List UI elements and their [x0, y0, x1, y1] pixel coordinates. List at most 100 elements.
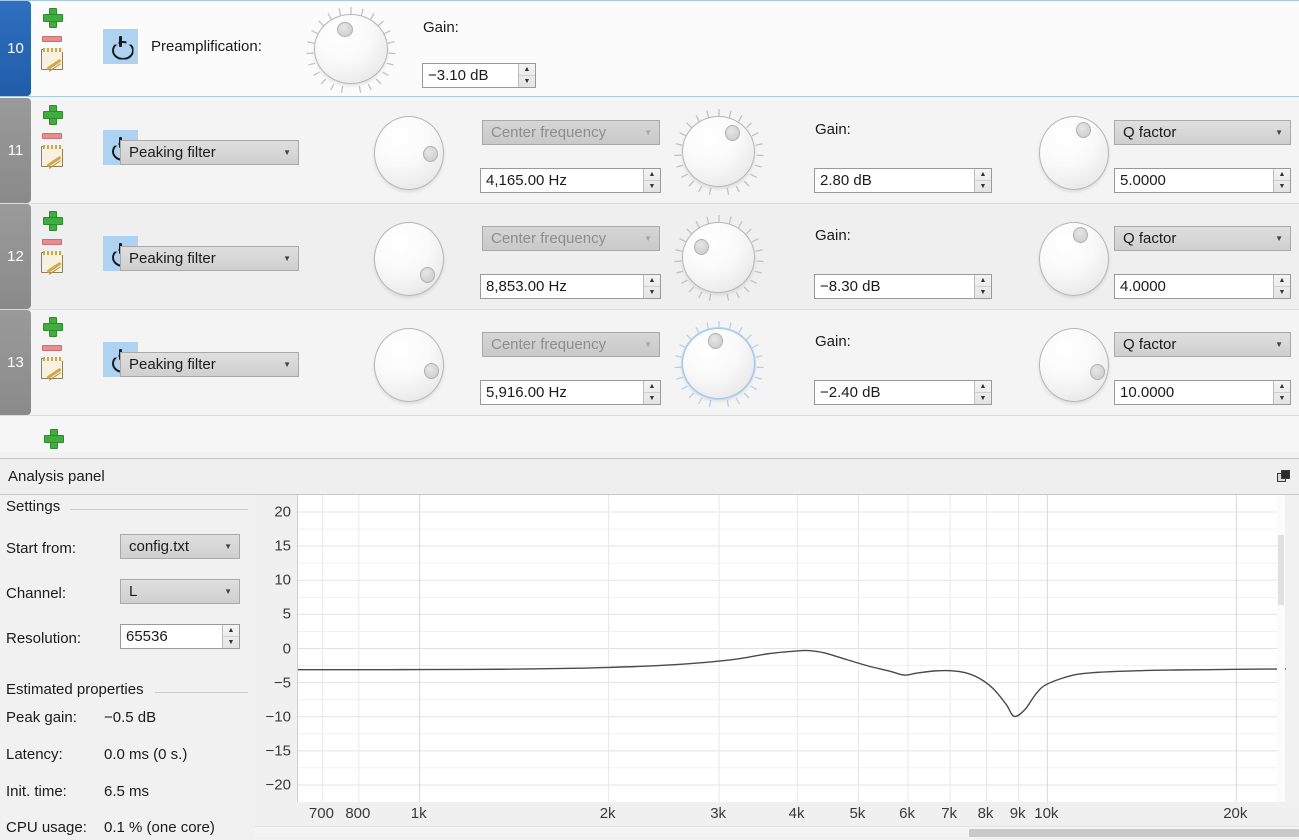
spin-buttons[interactable]: ▲▼ — [643, 381, 660, 404]
spin-buttons[interactable]: ▲▼ — [1273, 381, 1290, 404]
x-axis-tick-label: 700 — [309, 805, 334, 822]
edit-notes-icon[interactable] — [41, 146, 63, 167]
latency-label: Latency: — [6, 746, 63, 763]
row-number: 13 — [0, 310, 31, 415]
filter-type-value: Peaking filter — [129, 250, 216, 267]
x-axis: 7008001k2k3k4k5k6k7k8k9k10k20k — [255, 802, 1299, 826]
row-action-icons — [39, 5, 69, 70]
y-axis-tick-label: −5 — [274, 674, 291, 691]
gain-spinbox[interactable]: 2.80 dB ▲▼ — [814, 168, 992, 193]
undock-panel-icon[interactable] — [1277, 470, 1291, 484]
center-frequency-knob[interactable] — [374, 116, 444, 190]
q-factor-knob[interactable] — [1039, 116, 1109, 190]
settings-group-rule — [70, 509, 248, 510]
plot-svg — [298, 495, 1286, 802]
q-factor-combo[interactable]: Q factor ▼ — [1114, 226, 1291, 251]
q-factor-value: 4.0000 — [1115, 278, 1273, 295]
gain-label: Gain: — [815, 227, 851, 244]
settings-column: Settings Start from: config.txt ▼ Channe… — [0, 496, 255, 840]
row-number: 11 — [0, 98, 31, 203]
chart-vertical-scrollbar[interactable] — [1277, 495, 1285, 802]
filter-row[interactable]: 12 Peaking filter ▼ Center frequency — [0, 204, 1299, 310]
chevron-down-icon: ▼ — [1271, 340, 1288, 349]
spin-buttons[interactable]: ▲▼ — [1273, 169, 1290, 192]
filter-row[interactable]: 10 Preamplification: — [0, 0, 1299, 97]
knob-body — [1039, 116, 1109, 190]
center-frequency-spinbox[interactable]: 5,916.00 Hz ▲▼ — [480, 380, 661, 405]
chevron-down-icon: ▼ — [640, 340, 657, 349]
spin-buttons[interactable]: ▲▼ — [974, 381, 991, 404]
spin-buttons[interactable]: ▲▼ — [974, 275, 991, 298]
add-filter-icon[interactable] — [42, 104, 62, 124]
spin-buttons[interactable]: ▲▼ — [222, 625, 239, 648]
knob-indicator — [424, 363, 439, 379]
remove-filter-icon[interactable] — [42, 133, 62, 139]
gain-value: 2.80 dB — [815, 172, 974, 189]
latency-value: 0.0 ms (0 s.) — [104, 746, 187, 763]
q-factor-value: 5.0000 — [1115, 172, 1273, 189]
add-filter-icon[interactable] — [42, 210, 62, 230]
preamp-gain-spinbox[interactable]: −3.10 dB ▲▼ — [422, 63, 536, 88]
knob-body — [374, 222, 444, 296]
gain-spinbox[interactable]: −8.30 dB ▲▼ — [814, 274, 992, 299]
q-factor-spinbox[interactable]: 10.0000 ▲▼ — [1114, 380, 1291, 405]
x-axis-tick-label: 3k — [710, 805, 726, 822]
q-factor-combo[interactable]: Q factor ▼ — [1114, 332, 1291, 357]
spin-buttons[interactable]: ▲▼ — [974, 169, 991, 192]
add-filter-icon[interactable] — [42, 316, 62, 336]
x-axis-tick-label: 4k — [789, 805, 805, 822]
y-axis-tick-label: 0 — [283, 640, 291, 657]
q-factor-spinbox[interactable]: 5.0000 ▲▼ — [1114, 168, 1291, 193]
start-from-combo[interactable]: config.txt ▼ — [120, 534, 240, 559]
q-factor-knob[interactable] — [1039, 328, 1109, 402]
chart-horizontal-scroll-thumb[interactable] — [969, 829, 1299, 837]
resolution-spinbox[interactable]: 65536 ▲▼ — [120, 624, 240, 649]
center-frequency-knob[interactable] — [374, 328, 444, 402]
filter-row[interactable]: 11 Peaking filter ▼ Center frequency — [0, 98, 1299, 204]
channel-label: Channel: — [6, 585, 66, 602]
center-frequency-combo[interactable]: Center frequency ▼ — [482, 332, 660, 357]
spin-buttons[interactable]: ▲▼ — [518, 64, 535, 87]
spin-buttons[interactable]: ▲▼ — [643, 275, 660, 298]
q-factor-combo[interactable]: Q factor ▼ — [1114, 120, 1291, 145]
remove-filter-icon[interactable] — [42, 239, 62, 245]
spin-buttons[interactable]: ▲▼ — [643, 169, 660, 192]
x-axis-tick-label: 7k — [941, 805, 957, 822]
add-filter-icon[interactable] — [42, 7, 62, 27]
row-number: 12 — [0, 204, 31, 309]
edit-notes-icon[interactable] — [41, 49, 63, 70]
analysis-panel-title: Analysis panel — [8, 468, 105, 485]
q-factor-spinbox[interactable]: 4.0000 ▲▼ — [1114, 274, 1291, 299]
knob-indicator — [1076, 122, 1091, 138]
center-frequency-combo[interactable]: Center frequency ▼ — [482, 120, 660, 145]
x-axis-tick-label: 8k — [978, 805, 994, 822]
filter-row[interactable]: 13 Peaking filter ▼ Center frequency — [0, 310, 1299, 416]
center-frequency-spinbox[interactable]: 4,165.00 Hz ▲▼ — [480, 168, 661, 193]
filter-power-toggle[interactable] — [103, 29, 138, 64]
center-frequency-value: 4,165.00 Hz — [481, 172, 643, 189]
chart-vertical-scroll-thumb[interactable] — [1278, 535, 1284, 605]
q-factor-combo-value: Q factor — [1123, 336, 1176, 353]
edit-notes-icon[interactable] — [41, 358, 63, 379]
center-frequency-spinbox[interactable]: 8,853.00 Hz ▲▼ — [480, 274, 661, 299]
center-frequency-knob[interactable] — [374, 222, 444, 296]
channel-combo[interactable]: L ▼ — [120, 579, 240, 604]
start-from-label: Start from: — [6, 540, 76, 557]
y-axis-tick-label: −15 — [266, 742, 291, 759]
filter-type-combo[interactable]: Peaking filter ▼ — [120, 352, 299, 377]
edit-notes-icon[interactable] — [41, 252, 63, 273]
spin-buttons[interactable]: ▲▼ — [1273, 275, 1290, 298]
plot-area[interactable] — [297, 495, 1285, 802]
knob-body — [1039, 222, 1109, 296]
q-factor-knob[interactable] — [1039, 222, 1109, 296]
add-new-filter-icon[interactable] — [43, 428, 63, 448]
chart-horizontal-scrollbar[interactable] — [255, 826, 1299, 837]
gain-spinbox[interactable]: −2.40 dB ▲▼ — [814, 380, 992, 405]
remove-filter-icon[interactable] — [42, 345, 62, 351]
remove-filter-icon[interactable] — [42, 36, 62, 42]
center-frequency-combo[interactable]: Center frequency ▼ — [482, 226, 660, 251]
estimated-group-rule — [155, 692, 248, 693]
knob-body — [682, 116, 755, 187]
filter-type-combo[interactable]: Peaking filter ▼ — [120, 140, 299, 165]
filter-type-combo[interactable]: Peaking filter ▼ — [120, 246, 299, 271]
